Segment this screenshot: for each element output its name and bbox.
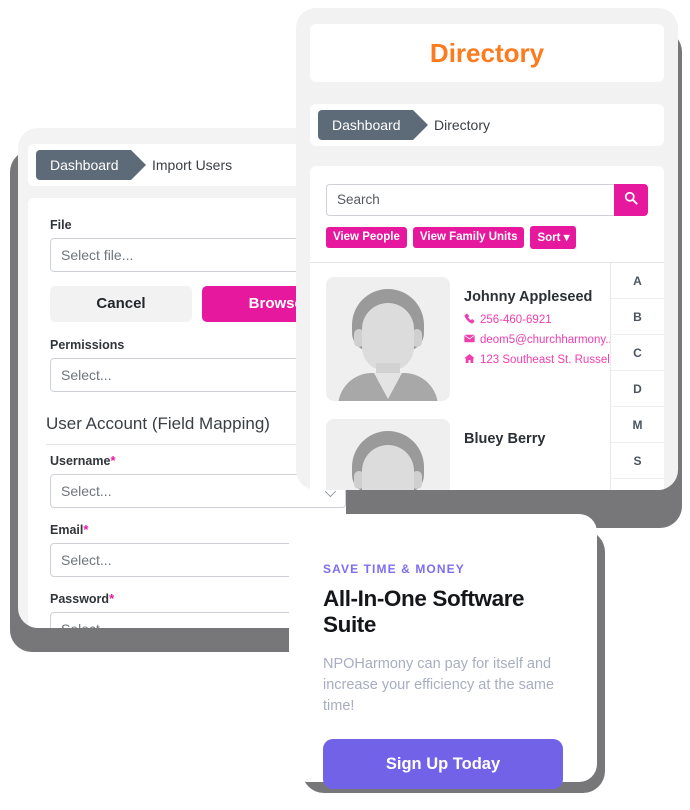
people-list: Johnny Appleseed 256-460-6921 deom5@chur… [310, 263, 622, 490]
sign-up-today-button[interactable]: Sign Up Today [323, 739, 563, 790]
view-family-units-button[interactable]: View Family Units [412, 227, 525, 248]
promo-title: All-In-One Software Suite [323, 586, 525, 637]
phone-icon [464, 313, 475, 327]
person-info: Johnny Appleseed 256-460-6921 deom5@chur… [450, 277, 622, 401]
directory-title-bar: Directory [310, 24, 664, 82]
person-address-row[interactable]: 123 Southeast St. Russell... [464, 353, 622, 367]
person-info: Bluey Berry [450, 419, 545, 490]
directory-content: Search View People View Family Units Sor… [310, 166, 664, 490]
alpha-index-d[interactable]: D [611, 371, 664, 407]
alpha-index-c[interactable]: C [611, 335, 664, 371]
filter-button-row: View People View Family Units Sort ▾ [326, 226, 577, 249]
person-name: Johnny Appleseed [464, 289, 593, 305]
person-phone-row[interactable]: 256-460-6921 [464, 313, 622, 327]
avatar [326, 277, 450, 401]
home-icon [464, 353, 475, 367]
search-input[interactable]: Search [326, 184, 614, 216]
directory-panel: Directory Dashboard Directory Search Vie… [296, 8, 678, 490]
person-name: Bluey Berry [464, 431, 546, 447]
required-marker: * [109, 591, 115, 606]
required-marker: * [110, 453, 116, 468]
promo-card: SAVE TIME & MONEY All-In-One Software Su… [289, 514, 597, 790]
alphabet-index: A B C D M S [610, 263, 664, 490]
breadcrumb-current-import: Import Users [152, 157, 233, 173]
list-item[interactable]: Johnny Appleseed 256-460-6921 deom5@chur… [326, 277, 622, 401]
breadcrumb-dashboard-tag[interactable]: Dashboard [318, 110, 427, 140]
envelope-icon [464, 333, 475, 347]
view-people-button[interactable]: View People [326, 227, 407, 248]
alpha-index-b[interactable]: B [611, 299, 664, 335]
alpha-index-a[interactable]: A [611, 263, 664, 299]
search-icon [624, 191, 638, 210]
chevron-down-icon: ▾ [563, 232, 570, 244]
sort-dropdown-button[interactable]: Sort ▾ [530, 226, 577, 249]
search-row: Search [326, 184, 648, 216]
promo-kicker: SAVE TIME & MONEY [323, 562, 465, 576]
alpha-index-s[interactable]: S [611, 443, 664, 479]
avatar [326, 419, 450, 490]
cancel-button[interactable]: Cancel [50, 286, 192, 322]
search-button[interactable] [614, 184, 648, 216]
page-title: Directory [429, 38, 545, 68]
list-item[interactable]: Bluey Berry [326, 419, 610, 490]
promo-subtitle: NPOHarmony can pay for itself and increa… [323, 656, 555, 715]
screenshot-stage: Dashboard Import Users File Select file.… [0, 0, 690, 810]
breadcrumb-dashboard-tag[interactable]: Dashboard [36, 150, 145, 180]
person-email-row[interactable]: deom5@churchharmony.... [464, 333, 622, 347]
directory-breadcrumb-bar: Dashboard Directory [310, 104, 664, 146]
alpha-index-m[interactable]: M [611, 407, 664, 443]
required-marker: * [83, 522, 89, 537]
breadcrumb-current-directory: Directory [434, 117, 491, 133]
